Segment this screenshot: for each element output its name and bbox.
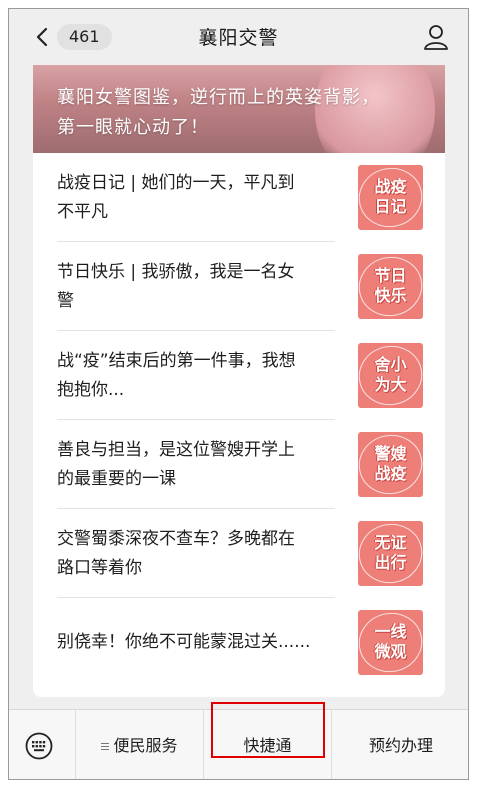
article-thumbnail: 一线 微观 (358, 610, 423, 675)
article-title: 战“疫”结束后的第一件事，我想 抱抱你... (57, 350, 296, 400)
article-item[interactable]: 交警蜀黍深夜不查车？多晚都在 路口等着你 无证 出行 (57, 509, 423, 598)
article-item[interactable]: 节日快乐 | 我骄傲，我是一名女警 节日 快乐 (57, 242, 423, 331)
article-title: 交警蜀黍深夜不查车？多晚都在 路口等着你 (57, 528, 295, 578)
article-thumbnail: 无证 出行 (358, 521, 423, 586)
menu-appointment[interactable]: 预约办理 (332, 710, 468, 779)
banner-title: 襄阳女警图鉴，逆行而上的英姿背影， 第一眼就心动了！ (57, 87, 380, 138)
profile-icon[interactable] (422, 23, 450, 51)
article-item[interactable]: 战“疫”结束后的第一件事，我想 抱抱你... 舍小 为大 (57, 331, 423, 420)
submenu-icon (101, 741, 110, 752)
phone-frame: 461 襄阳交警 襄阳女警图鉴，逆行而上的英姿背影， 第一眼就心动了！ 战疫日记… (8, 8, 469, 780)
article-list: 战疫日记 | 她们的一天，平凡到 不平凡 战疫 日记 节日快乐 | 我骄傲，我是一名… (33, 153, 445, 697)
page-title: 襄阳交警 (198, 27, 279, 49)
navigation-bar: 461 襄阳交警 (9, 9, 468, 65)
article-item[interactable]: 别侥幸！你绝不可能蒙混过关...... 一线 微观 (57, 598, 423, 687)
highlight-box (211, 702, 325, 758)
article-thumbnail: 舍小 为大 (358, 343, 423, 408)
article-title: 善良与担当，是这位警嫂开学上 的最重要的一课 (57, 439, 295, 489)
article-title: 战疫日记 | 她们的一天，平凡到 不平凡 (57, 172, 295, 222)
article-item[interactable]: 善良与担当，是这位警嫂开学上 的最重要的一课 警嫂 战疫 (57, 420, 423, 509)
keyboard-icon[interactable] (25, 732, 53, 760)
article-item[interactable]: 战疫日记 | 她们的一天，平凡到 不平凡 战疫 日记 (57, 153, 423, 242)
featured-article-banner[interactable]: 襄阳女警图鉴，逆行而上的英姿背影， 第一眼就心动了！ (33, 65, 445, 153)
article-title: 节日快乐 | 我骄傲，我是一名女警 (57, 261, 295, 311)
article-thumbnail: 节日 快乐 (358, 254, 423, 319)
article-title: 别侥幸！你绝不可能蒙混过关...... (57, 632, 311, 652)
menu-convenience-services[interactable]: 便民服务 (76, 710, 203, 779)
article-thumbnail: 战疫 日记 (358, 165, 423, 230)
article-thumbnail: 警嫂 战疫 (358, 432, 423, 497)
